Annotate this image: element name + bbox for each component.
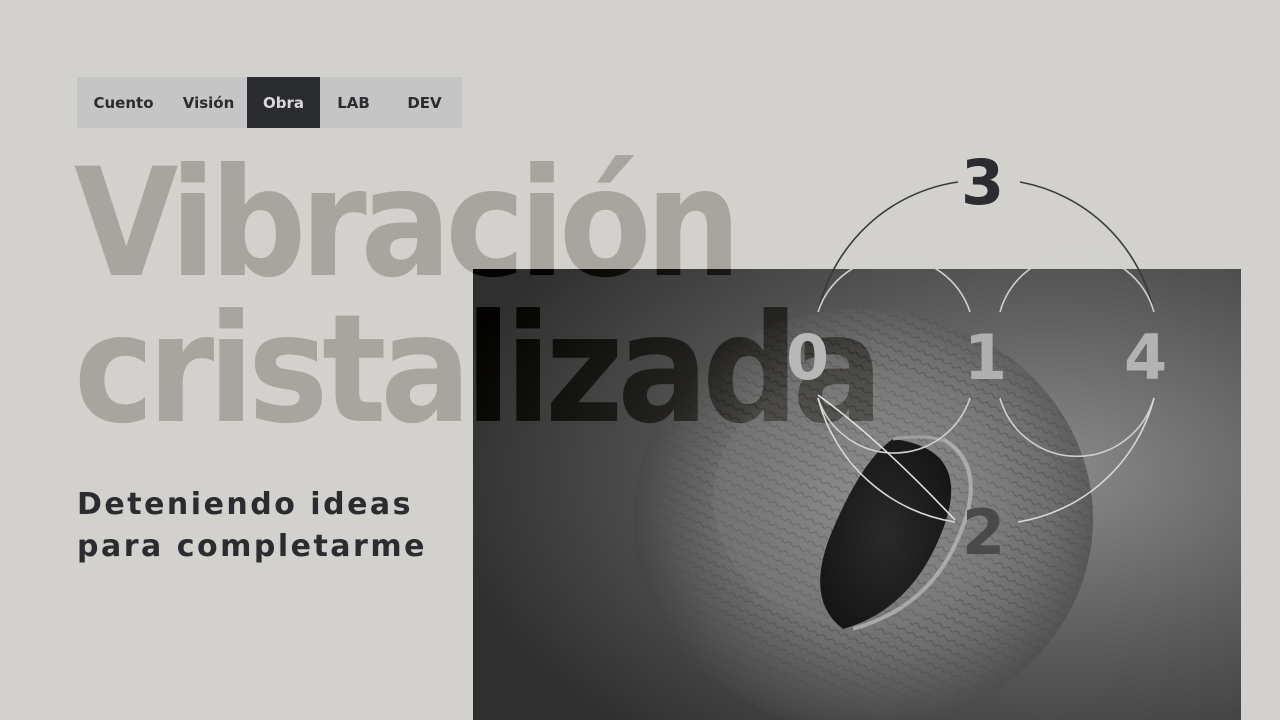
main-nav: Cuento Visión Obra LAB DEV [77,77,462,128]
hero-title: Vibración cristalizada [74,137,884,457]
diagram-number-0: 0 [786,321,830,394]
nav-item-vision[interactable]: Visión [170,77,247,128]
hero-title-line2: cristalizada [74,282,884,457]
hero-subtitle-line1: Deteniendo ideas [77,487,414,522]
diagram-number-2: 2 [962,496,1006,569]
diagram-number-3: 3 [961,146,1005,219]
hero-subtitle-line2: para completarme [77,529,427,564]
hero-title-line1: Vibración [74,137,741,311]
nav-item-cuento[interactable]: Cuento [77,77,170,128]
nav-item-obra[interactable]: Obra [247,77,320,128]
diagram-number-4: 4 [1124,321,1168,394]
hero-subtitle: Deteniendo ideas para completarme [77,484,427,568]
nav-item-lab[interactable]: LAB [320,77,387,128]
diagram-number-1: 1 [964,321,1008,394]
nav-item-dev[interactable]: DEV [387,77,462,128]
